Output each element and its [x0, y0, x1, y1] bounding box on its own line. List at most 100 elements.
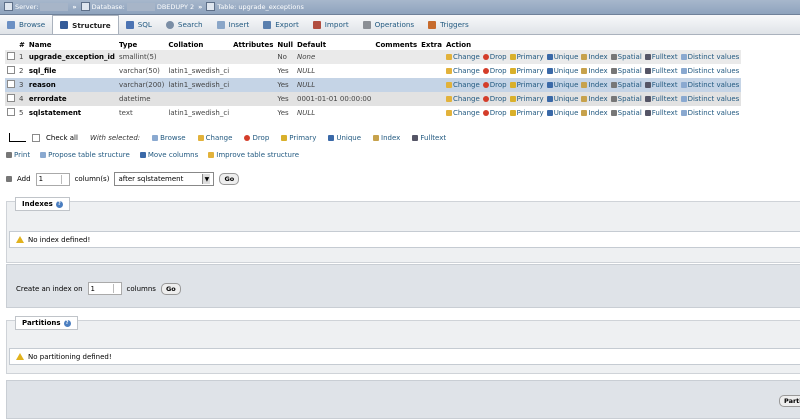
table-row[interactable]: 2 sql_file varchar(50) latin1_swedish_ci Yes… — [5, 64, 742, 78]
index-button[interactable]: Index — [581, 67, 608, 75]
col-header-collation[interactable]: Collation — [166, 40, 231, 50]
row-checkbox[interactable] — [5, 64, 17, 78]
row-checkbox[interactable] — [5, 92, 17, 106]
spinner-icon[interactable] — [112, 284, 119, 293]
improve-structure-link[interactable]: Improve table structure — [208, 151, 299, 159]
table-row[interactable]: 3 reason varchar(200) latin1_swedish_ci Yes N… — [5, 78, 742, 92]
move-columns-link[interactable]: Move columns — [139, 151, 198, 159]
fulltext-button[interactable]: Fulltext — [644, 67, 678, 75]
unique-button[interactable]: Unique — [546, 95, 578, 103]
tab-triggers[interactable]: Triggers — [421, 15, 476, 34]
col-header-extra[interactable]: Extra — [419, 40, 444, 50]
row-checkbox-box[interactable] — [7, 80, 15, 88]
table-row[interactable]: 4 errordate datetime Yes 0001-01-01 00:00:00… — [5, 92, 742, 106]
bulk-change-button[interactable]: Change — [197, 134, 232, 142]
row-checkbox-box[interactable] — [7, 66, 15, 74]
bulk-drop-button[interactable]: Drop — [244, 134, 269, 142]
col-header-type[interactable]: Type — [117, 40, 166, 50]
tab-import[interactable]: Import — [306, 15, 356, 34]
unique-button[interactable]: Unique — [546, 81, 578, 89]
breadcrumb-table[interactable]: Table: upgrade_exceptions — [206, 2, 304, 11]
change-button[interactable]: Change — [445, 53, 480, 61]
index-button[interactable]: Index — [581, 95, 608, 103]
spatial-button[interactable]: Spatial — [610, 67, 642, 75]
spatial-button[interactable]: Spatial — [610, 95, 642, 103]
tab-insert[interactable]: Insert — [210, 15, 257, 34]
spatial-button[interactable]: Spatial — [610, 109, 642, 117]
bulk-unique-button[interactable]: Unique — [328, 134, 361, 142]
fulltext-button[interactable]: Fulltext — [644, 109, 678, 117]
index-button[interactable]: Index — [581, 53, 608, 61]
tab-structure[interactable]: Structure — [52, 15, 119, 34]
column-position-select[interactable]: after sqlstatement ▼ — [114, 172, 215, 186]
bulk-primary-button[interactable]: Primary — [281, 134, 316, 142]
fulltext-button[interactable]: Fulltext — [644, 81, 678, 89]
bulk-index-button[interactable]: Index — [373, 134, 400, 142]
help-icon[interactable]: ? — [63, 319, 71, 327]
change-button[interactable]: Change — [445, 95, 480, 103]
add-column-count-input[interactable]: 1 — [35, 172, 70, 186]
distinct-values-button[interactable]: Distinct values — [680, 81, 739, 89]
unique-button[interactable]: Unique — [546, 67, 578, 75]
breadcrumb-database[interactable]: Database: DBEDUPY 2 — [80, 2, 194, 11]
index-icon — [581, 96, 588, 102]
create-index-go-button[interactable]: Go — [160, 282, 181, 295]
drop-button[interactable]: Drop — [482, 81, 507, 89]
tab-browse[interactable]: Browse — [0, 15, 52, 34]
primary-button[interactable]: Primary — [509, 67, 544, 75]
tab-export[interactable]: Export — [256, 15, 306, 34]
primary-button[interactable]: Primary — [509, 53, 544, 61]
tab-search[interactable]: Search — [159, 15, 210, 34]
drop-button[interactable]: Drop — [482, 67, 507, 75]
field-comments — [373, 64, 420, 78]
breadcrumb-server[interactable]: Server: — [4, 2, 69, 11]
distinct-values-button[interactable]: Distinct values — [680, 53, 739, 61]
tab-sql[interactable]: SQL — [119, 15, 159, 34]
row-checkbox[interactable] — [5, 78, 17, 92]
change-button[interactable]: Change — [445, 81, 480, 89]
drop-button[interactable]: Drop — [482, 109, 507, 117]
row-checkbox-box[interactable] — [7, 94, 15, 102]
primary-button[interactable]: Primary — [509, 95, 544, 103]
create-index-count-input[interactable]: 1 — [87, 282, 122, 295]
bulk-fulltext-button[interactable]: Fulltext — [412, 134, 446, 142]
unique-button[interactable]: Unique — [546, 53, 578, 61]
drop-button[interactable]: Drop — [482, 53, 507, 61]
col-header-null[interactable]: Null — [275, 40, 295, 50]
tab-operations[interactable]: Operations — [356, 15, 422, 34]
row-checkbox-box[interactable] — [7, 108, 15, 116]
row-checkbox[interactable] — [5, 106, 17, 120]
fulltext-button[interactable]: Fulltext — [644, 53, 678, 61]
distinct-values-button[interactable]: Distinct values — [680, 109, 739, 117]
distinct-values-button[interactable]: Distinct values — [680, 95, 739, 103]
partition-button[interactable]: Parti — [779, 395, 800, 407]
row-checkbox[interactable] — [5, 50, 17, 64]
change-button[interactable]: Change — [445, 67, 480, 75]
spatial-button[interactable]: Spatial — [610, 53, 642, 61]
primary-button[interactable]: Primary — [509, 109, 544, 117]
change-button[interactable]: Change — [445, 109, 480, 117]
propose-structure-link[interactable]: Propose table structure — [40, 151, 130, 159]
row-checkbox-box[interactable] — [7, 52, 15, 60]
col-header-comments[interactable]: Comments — [373, 40, 419, 50]
spatial-button[interactable]: Spatial — [610, 81, 642, 89]
unique-button[interactable]: Unique — [546, 109, 578, 117]
add-column-go-button[interactable]: Go — [219, 173, 240, 185]
primary-button[interactable]: Primary — [509, 81, 544, 89]
print-link[interactable]: Print — [6, 151, 30, 159]
bulk-browse-button[interactable]: Browse — [152, 134, 186, 142]
fulltext-button[interactable]: Fulltext — [644, 95, 678, 103]
help-icon[interactable]: ? — [55, 200, 63, 208]
col-header-default[interactable]: Default — [295, 40, 373, 50]
col-header-attributes[interactable]: Attributes — [231, 40, 275, 50]
col-header-name[interactable]: Name — [27, 40, 117, 50]
check-all-label[interactable]: Check all — [46, 134, 78, 142]
table-row[interactable]: 5 sqlstatement text latin1_swedish_ci Yes NUL… — [5, 106, 742, 120]
spinner-icon[interactable] — [60, 174, 67, 184]
distinct-values-button[interactable]: Distinct values — [680, 67, 739, 75]
index-button[interactable]: Index — [581, 81, 608, 89]
check-all-checkbox[interactable] — [32, 133, 40, 142]
table-row[interactable]: 1 upgrade_exception_id smallint(5) No None Ch… — [5, 50, 742, 64]
index-button[interactable]: Index — [581, 109, 608, 117]
drop-button[interactable]: Drop — [482, 95, 507, 103]
